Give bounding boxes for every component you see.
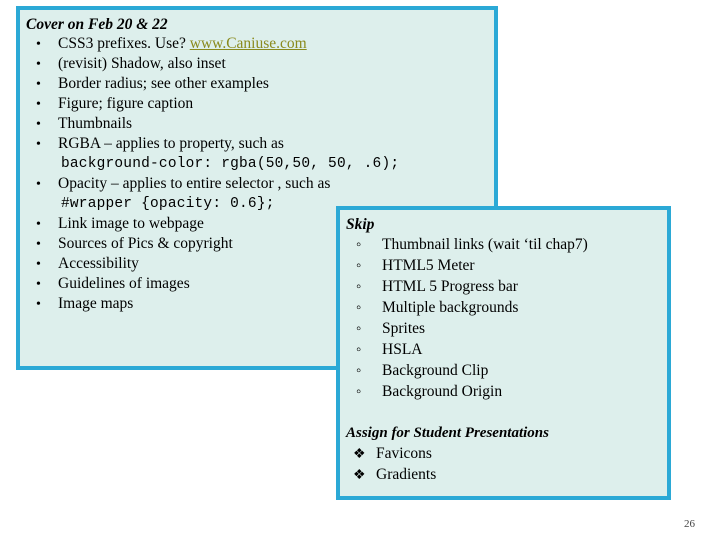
list-item-text: Border radius; see other examples xyxy=(58,75,269,92)
list-item-text: (revisit) Shadow, also inset xyxy=(58,55,226,72)
list-item: (revisit) Shadow, also inset xyxy=(26,54,488,74)
list-item-text: Image maps xyxy=(58,295,134,312)
list-item: HSLA xyxy=(346,339,661,360)
list-item: Figure; figure caption xyxy=(26,94,488,114)
list-item-text: Favicons xyxy=(376,445,432,462)
bullet-diamond-icon xyxy=(353,464,369,486)
skip-topics-box: Skip Thumbnail links (wait ‘til chap7) H… xyxy=(336,206,671,500)
bullet-disc-icon xyxy=(36,134,52,155)
bullet-circle-icon xyxy=(356,339,372,361)
bullet-disc-icon xyxy=(36,174,52,195)
list-item-text: Link image to webpage xyxy=(58,215,204,232)
list-item-text: Accessibility xyxy=(58,255,139,272)
assign-heading: Assign for Student Presentations xyxy=(346,425,549,441)
bullet-disc-icon xyxy=(36,74,52,95)
list-item-text: Background Clip xyxy=(382,362,489,379)
list-item: HTML5 Meter xyxy=(346,255,661,276)
cover-topics-list-continued-a: Opacity – applies to entire selector , s… xyxy=(26,174,488,194)
list-item-text: Figure; figure caption xyxy=(58,95,194,112)
skip-topics-list: Thumbnail links (wait ‘til chap7) HTML5 … xyxy=(346,234,661,402)
bullet-disc-icon xyxy=(36,94,52,115)
bullet-circle-icon xyxy=(356,276,372,298)
bullet-disc-icon xyxy=(36,234,52,255)
bullet-circle-icon xyxy=(356,234,372,256)
code-snippet-background-color: background-color: rgba(50,50, 50, .6); xyxy=(61,156,400,172)
list-item: Gradients xyxy=(346,464,661,485)
bullet-circle-icon xyxy=(356,381,372,403)
list-item-text: Guidelines of images xyxy=(58,275,190,292)
bullet-circle-icon xyxy=(356,255,372,277)
list-item: Multiple backgrounds xyxy=(346,297,661,318)
bullet-circle-icon xyxy=(356,360,372,382)
bullet-disc-icon xyxy=(36,114,52,135)
list-item: CSS3 prefixes. Use? www.Caniuse.com xyxy=(26,34,488,54)
bullet-circle-icon xyxy=(356,297,372,319)
list-item-text: Thumbnails xyxy=(58,115,133,132)
list-item-text: Opacity – applies to entire selector , s… xyxy=(58,175,331,192)
list-item: Favicons xyxy=(346,443,661,464)
list-item-text: HTML5 Meter xyxy=(382,257,475,274)
caniuse-link[interactable]: www.Caniuse.com xyxy=(190,35,307,52)
bullet-circle-icon xyxy=(356,318,372,340)
list-item-text: RGBA – applies to property, such as xyxy=(58,135,284,152)
list-item: Border radius; see other examples xyxy=(26,74,488,94)
list-item: HTML 5 Progress bar xyxy=(346,276,661,297)
list-item: Opacity – applies to entire selector , s… xyxy=(26,174,488,194)
list-item-text: CSS3 prefixes. Use? xyxy=(58,35,190,52)
assign-list: Favicons Gradients xyxy=(346,443,661,485)
bullet-disc-icon xyxy=(36,294,52,315)
cover-topics-list: CSS3 prefixes. Use? www.Caniuse.com (rev… xyxy=(26,34,488,154)
list-item: Thumbnail links (wait ‘til chap7) xyxy=(346,234,661,255)
bullet-disc-icon xyxy=(36,254,52,275)
bullet-disc-icon xyxy=(36,34,52,55)
list-item: RGBA – applies to property, such as xyxy=(26,134,488,154)
bullet-disc-icon xyxy=(36,274,52,295)
list-item-text: Multiple backgrounds xyxy=(382,299,519,316)
list-item-text: Sources of Pics & copyright xyxy=(58,235,233,252)
page-number: 26 xyxy=(684,518,695,530)
cover-topics-heading: Cover on Feb 20 & 22 xyxy=(26,16,168,33)
list-item: Sprites xyxy=(346,318,661,339)
skip-heading: Skip xyxy=(346,216,375,233)
list-item-text: Sprites xyxy=(382,320,426,337)
slide-canvas: Cover on Feb 20 & 22 CSS3 prefixes. Use?… xyxy=(0,0,720,540)
list-item: Background Origin xyxy=(346,381,661,402)
list-item-text: Background Origin xyxy=(382,383,503,400)
bullet-diamond-icon xyxy=(353,443,369,465)
skip-topics-content: Skip Thumbnail links (wait ‘til chap7) H… xyxy=(340,210,667,489)
list-item-text: HTML 5 Progress bar xyxy=(382,278,518,295)
list-item: Background Clip xyxy=(346,360,661,381)
list-item-text: HSLA xyxy=(382,341,423,358)
assign-section: Assign for Student Presentations Favicon… xyxy=(346,424,661,485)
list-item-text: Gradients xyxy=(376,466,437,483)
list-item: Thumbnails xyxy=(26,114,488,134)
bullet-disc-icon xyxy=(36,54,52,75)
bullet-disc-icon xyxy=(36,214,52,235)
list-item-text: Thumbnail links (wait ‘til chap7) xyxy=(382,236,588,253)
